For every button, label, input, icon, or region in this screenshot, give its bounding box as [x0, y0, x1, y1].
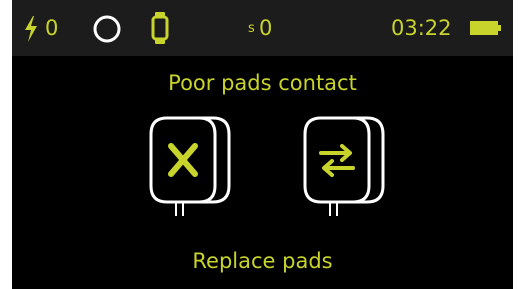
alert-instruction: Replace pads — [192, 249, 333, 273]
pads-swap-icon — [303, 116, 385, 216]
alert-title: Poor pads contact — [168, 71, 357, 95]
device-screen: 0 s 0 03:22 Poor pads contact Replace pa… — [12, 0, 513, 289]
seconds-value: 0 — [259, 16, 273, 40]
seconds-label: s — [248, 21, 255, 36]
shock-count: 0 — [45, 16, 59, 40]
lightning-bolt-icon — [25, 16, 37, 42]
watch-icon — [151, 12, 169, 44]
clock-time: 03:22 — [391, 16, 452, 40]
battery-icon — [470, 21, 501, 35]
circle-icon — [93, 15, 121, 43]
status-bar: 0 s 0 03:22 — [12, 0, 513, 56]
pads-error-icon — [149, 116, 231, 216]
